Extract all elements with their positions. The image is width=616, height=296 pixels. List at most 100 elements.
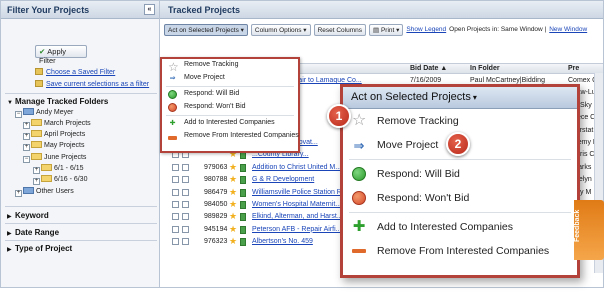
- menu-item-label: Remove From Interested Companies: [377, 245, 550, 257]
- choose-saved-filter-link[interactable]: Choose a Saved Filter: [35, 68, 115, 76]
- row-expand-toggle[interactable]: [182, 213, 189, 221]
- expand-node-icon[interactable]: +: [23, 144, 30, 151]
- row-checkbox[interactable]: [172, 201, 179, 208]
- document-icon[interactable]: [240, 201, 246, 209]
- row-checkbox[interactable]: [172, 188, 179, 196]
- project-number: 979063: [204, 163, 228, 171]
- row-expand-toggle[interactable]: [182, 201, 189, 208]
- column-options-button[interactable]: Column Options ▾: [250, 23, 311, 36]
- tree-item-april[interactable]: + April Projects: [23, 130, 85, 140]
- feedback-tab[interactable]: Feedback: [574, 200, 604, 260]
- tracked-star-icon[interactable]: ★: [229, 236, 237, 247]
- manage-folders-label: Manage Tracked Folders: [15, 97, 109, 106]
- row-expand-toggle[interactable]: [182, 238, 189, 246]
- tracked-star-icon[interactable]: ★: [229, 187, 237, 198]
- row-checkbox[interactable]: [172, 163, 179, 171]
- column-header-in-folder[interactable]: In Folder: [470, 65, 500, 72]
- menu-item-add-interested[interactable]: ✚ Add to Interested Companies: [162, 117, 298, 130]
- tree-item-june[interactable]: − June Projects: [23, 153, 86, 163]
- menu-item-remove-interested[interactable]: Remove From Interested Companies: [162, 130, 299, 143]
- new-window-link[interactable]: New Window: [549, 26, 587, 33]
- apply-filter-button[interactable]: ✔ Apply Filter: [35, 45, 87, 65]
- tree-item-andy-meyer[interactable]: − Andy Meyer: [15, 108, 73, 118]
- menu-item-wont-bid[interactable]: Respond: Won't Bid: [162, 101, 298, 114]
- collapse-node-icon[interactable]: −: [15, 111, 22, 118]
- keyword-section-header[interactable]: ▶ Keyword: [7, 211, 49, 220]
- divider: [5, 240, 157, 241]
- menu-item-add-interested[interactable]: ✚ Add to Interested Companies: [343, 215, 577, 239]
- project-title-link[interactable]: Women's Hospital Maternit...: [252, 201, 341, 208]
- users-folder-icon: [23, 187, 34, 194]
- reset-columns-button[interactable]: Reset Columns: [313, 23, 367, 36]
- type-of-project-section-header[interactable]: ▶ Type of Project: [7, 244, 72, 253]
- project-title-link[interactable]: Addition to Christ United M...: [252, 164, 341, 171]
- project-title-link[interactable]: Elkind, Alterman, and Harst...: [252, 213, 343, 220]
- menu-item-move-project[interactable]: ⇒ Move Project: [162, 72, 298, 85]
- save-icon: [35, 80, 43, 87]
- row-expand-toggle[interactable]: [182, 225, 189, 233]
- tree-item-june-16-30[interactable]: +6/16 - 6/30: [33, 175, 87, 185]
- document-icon[interactable]: [240, 176, 246, 185]
- move-icon: ⇒: [353, 138, 365, 153]
- menu-item-remove-interested[interactable]: Remove From Interested Companies: [343, 239, 577, 263]
- star-icon: ☆: [168, 60, 179, 74]
- project-title-link[interactable]: Peterson AFB - Repair Airfi...: [252, 226, 341, 233]
- tree-item-may[interactable]: + May Projects: [23, 141, 84, 151]
- folder-icon: [35, 68, 43, 75]
- tree-item-june-1-15[interactable]: +6/1 - 6/15: [33, 164, 84, 174]
- expand-node-icon[interactable]: +: [33, 167, 40, 174]
- tree-item-label: May Projects: [44, 142, 85, 149]
- document-icon[interactable]: [240, 188, 246, 197]
- expand-node-icon[interactable]: +: [23, 122, 30, 129]
- folder-icon: [41, 175, 52, 182]
- menu-item-remove-tracking[interactable]: ☆ Remove Tracking: [343, 109, 577, 133]
- tracked-star-icon[interactable]: ★: [229, 199, 237, 210]
- manage-folders-header[interactable]: ▼ Manage Tracked Folders: [7, 97, 108, 106]
- column-header-other[interactable]: Pre: [568, 65, 579, 72]
- plus-icon: ✚: [169, 120, 176, 127]
- document-icon[interactable]: [240, 225, 246, 234]
- row-checkbox[interactable]: [172, 225, 179, 233]
- column-header-bid-date[interactable]: Bid Date ▲: [410, 65, 447, 72]
- print-button[interactable]: ▤ Print ▾: [369, 23, 404, 36]
- move-icon: ⇒: [169, 75, 176, 82]
- menu-item-wont-bid[interactable]: Respond: Won't Bid: [343, 186, 577, 210]
- tracked-star-icon[interactable]: ★: [229, 162, 237, 173]
- act-on-selected-button[interactable]: Act on Selected Projects ▾: [164, 23, 248, 36]
- document-icon[interactable]: [240, 238, 246, 247]
- menu-item-remove-tracking[interactable]: ☆ Remove Tracking: [162, 59, 298, 74]
- expand-node-icon[interactable]: +: [23, 133, 30, 140]
- row-expand-toggle[interactable]: [182, 163, 189, 171]
- row-checkbox[interactable]: [172, 238, 179, 246]
- collapse-sidebar-button[interactable]: «: [144, 4, 155, 15]
- act-on-selected-button-zoomed[interactable]: Act on Selected Projects ▾: [343, 87, 577, 109]
- menu-item-will-bid[interactable]: Respond: Will Bid: [162, 88, 298, 101]
- project-title-link[interactable]: G & R Development: [252, 176, 314, 183]
- folder-icon: [31, 130, 42, 137]
- tracked-star-icon[interactable]: ★: [229, 174, 237, 185]
- row-checkbox[interactable]: [172, 176, 179, 184]
- tree-item-label: April Projects: [44, 131, 86, 138]
- collapse-node-icon[interactable]: −: [23, 156, 30, 163]
- tree-item-other-users[interactable]: + Other Users: [15, 187, 74, 197]
- document-icon[interactable]: [240, 163, 246, 172]
- row-checkbox[interactable]: [172, 213, 179, 221]
- check-icon: ✔: [39, 47, 46, 56]
- document-icon[interactable]: [240, 213, 246, 222]
- tracked-star-icon[interactable]: ★: [229, 211, 237, 222]
- menu-item-will-bid[interactable]: Respond: Will Bid: [343, 162, 577, 186]
- date-range-section-header[interactable]: ▶ Date Range: [7, 228, 59, 237]
- show-legend-link[interactable]: Show Legend: [406, 26, 446, 33]
- other-column-value: Comex C: [568, 77, 598, 84]
- expand-node-icon[interactable]: +: [33, 178, 40, 185]
- project-title-link[interactable]: Albertson's No. 459: [252, 238, 313, 245]
- project-number: 986479: [204, 188, 228, 196]
- row-expand-toggle[interactable]: [182, 188, 189, 196]
- row-expand-toggle[interactable]: [182, 176, 189, 184]
- save-filter-link[interactable]: Save current selections as a filter: [35, 80, 149, 88]
- tracked-star-icon[interactable]: ★: [229, 224, 237, 235]
- tree-item-march[interactable]: + March Projects: [23, 119, 91, 129]
- project-number: 989829: [204, 213, 228, 221]
- project-title-link[interactable]: Williamsville Police Station R...: [252, 189, 348, 196]
- expand-node-icon[interactable]: +: [15, 190, 22, 197]
